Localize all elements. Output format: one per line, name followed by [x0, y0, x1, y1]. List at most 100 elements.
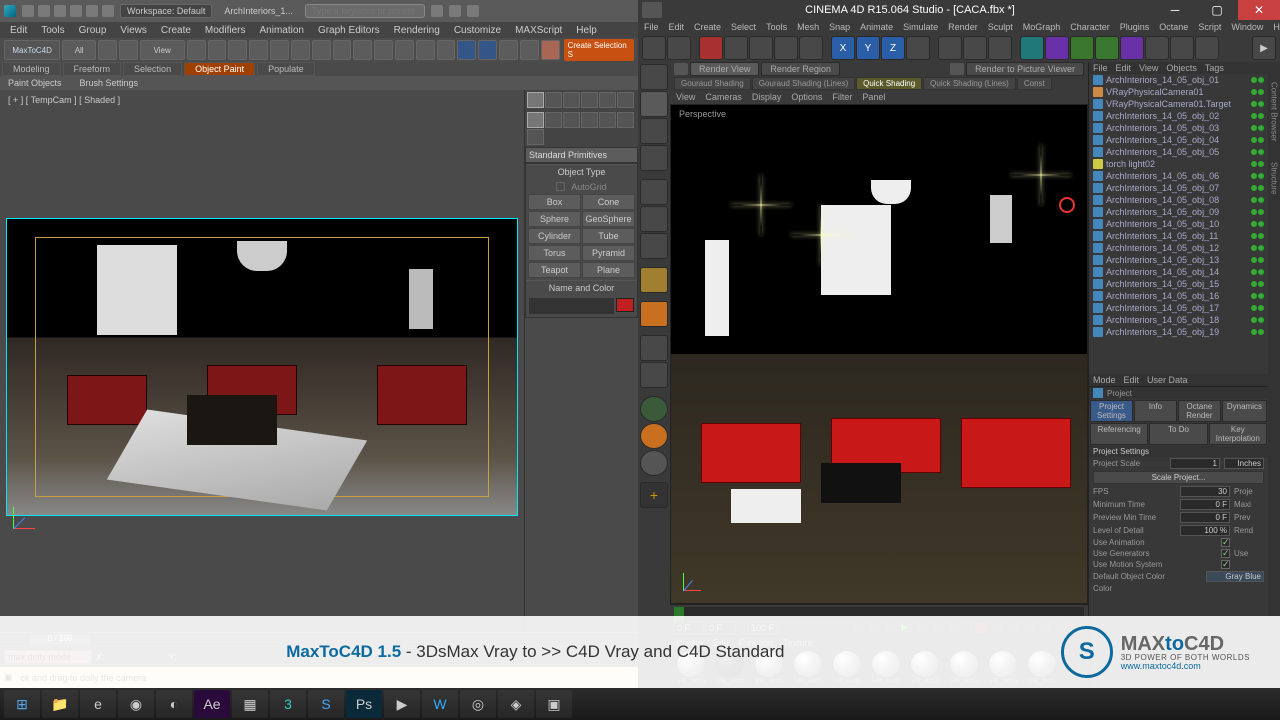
plugins-icon-c[interactable] — [640, 450, 668, 476]
tree-row[interactable]: ArchInteriors_14_05_obj_18 — [1089, 314, 1268, 326]
render-settings-icon[interactable] — [988, 36, 1012, 60]
menu-rendering[interactable]: Rendering — [394, 25, 440, 36]
viewport-label[interactable]: [ + ] [ TempCam ] [ Shaded ] — [8, 95, 120, 105]
rotate-icon[interactable] — [208, 40, 227, 60]
qat-save-icon[interactable] — [54, 5, 66, 17]
close-button[interactable]: ✕ — [1238, 0, 1280, 20]
task-chrome-icon[interactable]: ◉ — [118, 690, 154, 718]
menu-create[interactable]: Create — [161, 25, 191, 36]
motion-tab-icon[interactable] — [581, 92, 598, 108]
primitive-dropdown[interactable]: Standard Primitives — [525, 147, 638, 163]
visibility-dot[interactable] — [1251, 137, 1257, 143]
attr-tab-info[interactable]: Info — [1134, 400, 1177, 422]
menu-help[interactable]: Help — [576, 25, 597, 36]
render-dot[interactable] — [1258, 161, 1264, 167]
c4d-menu-sculpt[interactable]: Sculpt — [988, 22, 1013, 32]
prim-cylinder[interactable]: Cylinder — [528, 228, 581, 244]
obj-menu-view[interactable]: View — [1139, 63, 1158, 73]
c4d-menu-window[interactable]: Window — [1231, 22, 1263, 32]
all-dropdown[interactable]: All — [62, 40, 96, 60]
tree-row[interactable]: ArchInteriors_14_05_obj_09 — [1089, 206, 1268, 218]
mirror-icon[interactable] — [374, 40, 393, 60]
menu-group[interactable]: Group — [79, 25, 107, 36]
prim-cone[interactable]: Cone — [582, 194, 635, 210]
ribbon-brush-settings[interactable]: Brush Settings — [80, 78, 139, 88]
workspace-dropdown[interactable]: Workspace: Default — [120, 4, 212, 18]
visibility-dot[interactable] — [1251, 245, 1257, 251]
visibility-dot[interactable] — [1251, 125, 1257, 131]
spline-icon[interactable] — [1045, 36, 1069, 60]
tree-row[interactable]: ArchInteriors_14_05_obj_14 — [1089, 266, 1268, 278]
percent-snap-icon[interactable] — [312, 40, 331, 60]
prevtime-input[interactable]: 0 F — [1180, 512, 1230, 523]
render-dot[interactable] — [1258, 317, 1264, 323]
render-dot[interactable] — [1258, 137, 1264, 143]
render-dot[interactable] — [1258, 77, 1264, 83]
visibility-dot[interactable] — [1251, 185, 1257, 191]
visibility-dot[interactable] — [1251, 329, 1257, 335]
cube-primitive-icon[interactable] — [1020, 36, 1044, 60]
ribbon-tab-modeling[interactable]: Modeling — [2, 62, 61, 76]
tree-row[interactable]: ArchInteriors_14_05_obj_07 — [1089, 182, 1268, 194]
angle-snap-icon[interactable] — [291, 40, 310, 60]
scale-project-button[interactable]: Scale Project... — [1093, 471, 1264, 484]
attr-menu-edit[interactable]: Edit — [1124, 375, 1140, 385]
axis-mode-icon[interactable] — [640, 267, 668, 293]
task-app-icon[interactable]: ▦ — [232, 690, 268, 718]
subdivision-icon[interactable] — [1095, 36, 1119, 60]
snap-icon[interactable] — [270, 40, 289, 60]
display-tab-icon[interactable] — [599, 92, 616, 108]
obj-menu-file[interactable]: File — [1093, 63, 1108, 73]
structure-tab[interactable]: Structure — [1270, 162, 1279, 194]
file-tab[interactable]: ArchInteriors_1... — [218, 6, 299, 16]
c4d-menu-file[interactable]: File — [644, 22, 659, 32]
prim-sphere[interactable]: Sphere — [528, 211, 581, 227]
render-view-icon[interactable] — [938, 36, 962, 60]
fps-input[interactable]: 30 — [1180, 486, 1230, 497]
menu-maxscript[interactable]: MAXScript — [515, 25, 562, 36]
lights-icon[interactable] — [563, 112, 580, 128]
qat-new-icon[interactable] — [22, 5, 34, 17]
c4d-viewport[interactable]: Perspective — [670, 104, 1088, 604]
make-editable-icon[interactable] — [640, 64, 668, 90]
view-dropdown[interactable]: View — [140, 40, 185, 60]
render-dot[interactable] — [1258, 329, 1264, 335]
visibility-dot[interactable] — [1251, 209, 1257, 215]
camera-icon[interactable] — [1170, 36, 1194, 60]
render-dot[interactable] — [1258, 149, 1264, 155]
object-manager[interactable]: ArchInteriors_14_05_obj_01VRayPhysicalCa… — [1089, 74, 1268, 374]
render-dot[interactable] — [1258, 185, 1264, 191]
visibility-dot[interactable] — [1251, 293, 1257, 299]
attr-tab-referencing[interactable]: Referencing — [1090, 423, 1148, 445]
tree-row[interactable]: VRayPhysicalCamera01 — [1089, 86, 1268, 98]
plugins-icon-b[interactable] — [640, 423, 668, 449]
tree-row[interactable]: ArchInteriors_14_05_obj_08 — [1089, 194, 1268, 206]
obj-menu-edit[interactable]: Edit — [1116, 63, 1132, 73]
render-dot[interactable] — [1258, 89, 1264, 95]
render-setup-icon[interactable] — [499, 40, 518, 60]
c4d-menu-plugins[interactable]: Plugins — [1120, 22, 1150, 32]
task-c4d-icon[interactable]: ◐ — [156, 690, 192, 718]
prim-box[interactable]: Box — [528, 194, 581, 210]
prim-tube[interactable]: Tube — [582, 228, 635, 244]
render-dot[interactable] — [1258, 305, 1264, 311]
render-pv-icon[interactable] — [963, 36, 987, 60]
visibility-dot[interactable] — [1251, 281, 1257, 287]
plugins-icon-a[interactable] — [640, 396, 668, 422]
shading-const[interactable]: Const — [1017, 77, 1052, 90]
visibility-dot[interactable] — [1251, 317, 1257, 323]
visibility-dot[interactable] — [1251, 101, 1257, 107]
tree-row[interactable]: ArchInteriors_14_05_obj_13 — [1089, 254, 1268, 266]
redo-icon[interactable] — [667, 36, 691, 60]
select-icon[interactable] — [249, 40, 268, 60]
task-ie-icon[interactable]: e — [80, 690, 116, 718]
task-app3-icon[interactable]: ◈ — [498, 690, 534, 718]
tree-row[interactable]: ArchInteriors_14_05_obj_01 — [1089, 74, 1268, 86]
task-app2-icon[interactable]: ◎ — [460, 690, 496, 718]
c4d-menu-octane[interactable]: Octane — [1159, 22, 1188, 32]
spacewarps-icon[interactable] — [617, 112, 634, 128]
c4d-menu-script[interactable]: Script — [1198, 22, 1221, 32]
visibility-dot[interactable] — [1251, 89, 1257, 95]
use-gen-checkbox[interactable] — [1221, 549, 1230, 558]
render-dot[interactable] — [1258, 125, 1264, 131]
